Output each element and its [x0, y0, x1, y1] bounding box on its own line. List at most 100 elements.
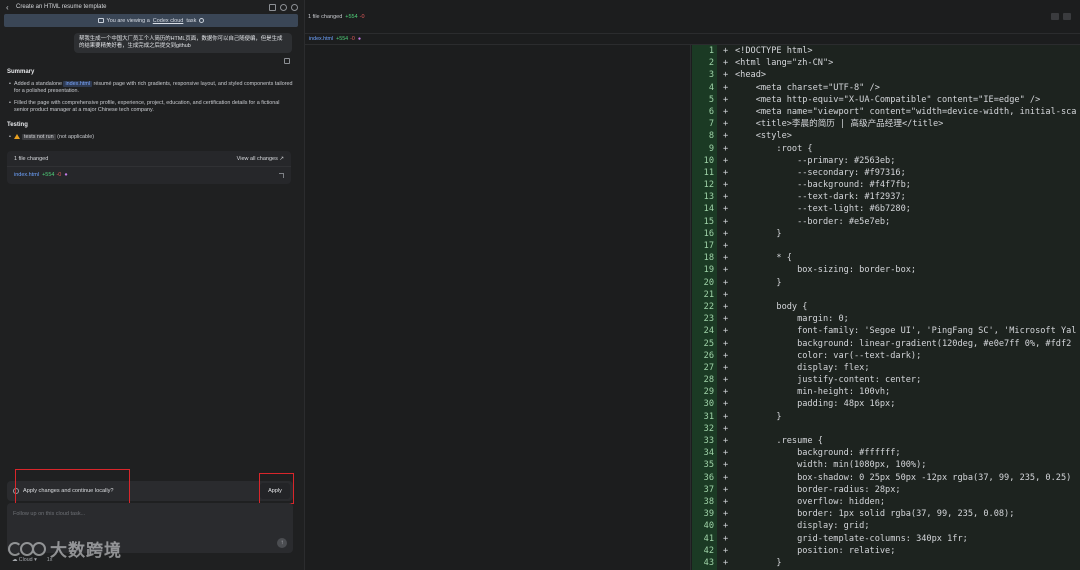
code-text: background: #ffffff; — [735, 448, 901, 459]
tab-file-name[interactable]: index.html — [309, 36, 333, 42]
added-marker: + — [723, 375, 729, 386]
added-marker: + — [723, 460, 729, 471]
code-text: display: flex; — [735, 362, 870, 373]
added-marker: + — [723, 557, 729, 568]
line-number: 3 — [708, 70, 714, 81]
added-marker: + — [723, 277, 729, 288]
code-text: box-sizing: border-box; — [735, 265, 917, 276]
code-text: min-height: 100vh; — [735, 387, 891, 398]
line-number: 1 — [708, 46, 714, 56]
line-number: 43 — [703, 557, 714, 568]
code-line: 16 + } — [692, 228, 1080, 240]
added-marker: + — [723, 119, 729, 130]
added-marker: + — [723, 58, 729, 69]
added-marker: + — [723, 192, 729, 203]
deletions-count: -0 — [359, 13, 365, 20]
modified-dot-icon: ● — [64, 172, 68, 178]
file-row[interactable]: index.html +554 -0 ● — [7, 167, 291, 183]
code-text: padding: 48px 16px; — [735, 399, 896, 410]
added-marker: + — [723, 180, 729, 191]
info-icon[interactable] — [199, 18, 205, 23]
file-tab[interactable]: index.html +554 -0 ● — [305, 33, 1080, 45]
expand-icon[interactable] — [279, 172, 284, 178]
line-number: 15 — [703, 216, 714, 227]
code-text: --primary: #2563eb; — [735, 155, 896, 166]
code-line: 32 + — [692, 423, 1080, 435]
code-text: --secondary: #f97316; — [735, 167, 906, 178]
send-icon[interactable]: ↑ — [277, 538, 287, 548]
code-line: 36 + box-shadow: 0 25px 50px -12px rgba(3… — [692, 472, 1080, 484]
added-marker: + — [723, 289, 729, 300]
files-changed-card: 1 file changed View all changes ↗ index.… — [7, 151, 291, 184]
open-in-editor-icon[interactable] — [269, 3, 276, 11]
code-line: 18 + * { — [692, 252, 1080, 264]
added-marker: + — [723, 131, 729, 142]
copy-icon[interactable] — [284, 58, 290, 64]
code-line: 22 + body { — [692, 301, 1080, 313]
history-icon[interactable] — [280, 3, 287, 11]
code-line: 20 + } — [692, 277, 1080, 289]
line-number: 42 — [703, 545, 714, 556]
file-reference[interactable]: index.html — [63, 81, 93, 87]
line-number: 8 — [708, 131, 714, 142]
code-line: 24 + font-family: 'Segoe UI', 'PingFang S… — [692, 325, 1080, 337]
user-message: 帮我生成一个中国大厂员工个人简历的HTML页面，数据你可以自己随便编，但是生成的… — [74, 33, 292, 53]
file-name[interactable]: index.html — [14, 172, 39, 178]
code-text: color: var(--text-dark); — [735, 350, 922, 361]
code-text: <meta charset="UTF-8" /> — [735, 82, 880, 93]
layout-toggle-icon[interactable] — [1051, 13, 1059, 20]
added-marker: + — [723, 106, 729, 117]
diff-panel: 1 file changed +554 -0 index.html +554 -… — [305, 0, 1080, 570]
line-number: 34 — [703, 448, 714, 459]
code-line: 11 + --secondary: #f97316; — [692, 167, 1080, 179]
testing-item: tests not run (not applicable) — [9, 134, 295, 141]
watermark-text: 大数跨境 — [50, 541, 122, 561]
attempts-select[interactable]: 1x — [47, 557, 53, 563]
line-number: 19 — [703, 265, 714, 276]
line-number: 12 — [703, 180, 714, 191]
added-marker: + — [723, 509, 729, 520]
line-number: 16 — [703, 228, 714, 239]
line-number: 4 — [708, 82, 714, 93]
code-line: 7 + <title>李晨的简历 | 高级产品经理</title> — [692, 118, 1080, 130]
code-text: } — [735, 228, 782, 239]
cloud-banner: You are viewing a Codex cloud task — [4, 14, 298, 27]
settings-icon[interactable] — [291, 3, 298, 11]
view-all-changes-link[interactable]: View all changes ↗ — [237, 156, 284, 162]
code-line: 4 + <meta charset="UTF-8" /> — [692, 82, 1080, 94]
code-text: <html lang="zh-CN"> — [735, 58, 834, 69]
options-icon[interactable] — [1063, 13, 1071, 20]
added-marker: + — [723, 484, 729, 495]
code-line: 10 + --primary: #2563eb; — [692, 155, 1080, 167]
code-text: grid-template-columns: 340px 1fr; — [735, 533, 968, 544]
added-marker: + — [723, 423, 729, 434]
environment-select[interactable]: ☁ Cloud ▾ — [12, 557, 37, 563]
line-number: 20 — [703, 277, 714, 288]
line-number: 14 — [703, 204, 714, 215]
empty-file-pane — [305, 45, 691, 570]
codex-cloud-link[interactable]: Codex cloud — [153, 18, 184, 24]
added-marker: + — [723, 241, 729, 251]
follow-up-placeholder: Follow up on this cloud task... — [13, 511, 86, 517]
modified-dot-icon: ● — [357, 36, 362, 42]
code-line: 38 + overflow: hidden; — [692, 496, 1080, 508]
line-number: 30 — [703, 399, 714, 410]
code-text: } — [735, 557, 782, 568]
code-line: 27 + display: flex; — [692, 362, 1080, 374]
line-number: 31 — [703, 411, 714, 422]
line-number: 21 — [703, 289, 714, 300]
code-line: 26 + color: var(--text-dark); — [692, 350, 1080, 362]
code-text: :root { — [735, 143, 813, 154]
tab-deletions: -0 — [350, 36, 355, 42]
highlight-box — [259, 473, 294, 504]
added-marker: + — [723, 338, 729, 349]
code-diff-view[interactable]: 1 + <!DOCTYPE html> 2 + <html lang="zh-CN"> 3 +… — [692, 45, 1080, 570]
code-line: 14 + --text-light: #6b7280; — [692, 203, 1080, 215]
line-number: 2 — [708, 58, 714, 69]
added-marker: + — [723, 521, 729, 532]
line-number: 23 — [703, 314, 714, 325]
code-text: <style> — [735, 131, 792, 142]
added-marker: + — [723, 228, 729, 239]
back-arrow-icon[interactable]: ‹ — [6, 3, 16, 12]
code-text: display: grid; — [735, 521, 870, 532]
